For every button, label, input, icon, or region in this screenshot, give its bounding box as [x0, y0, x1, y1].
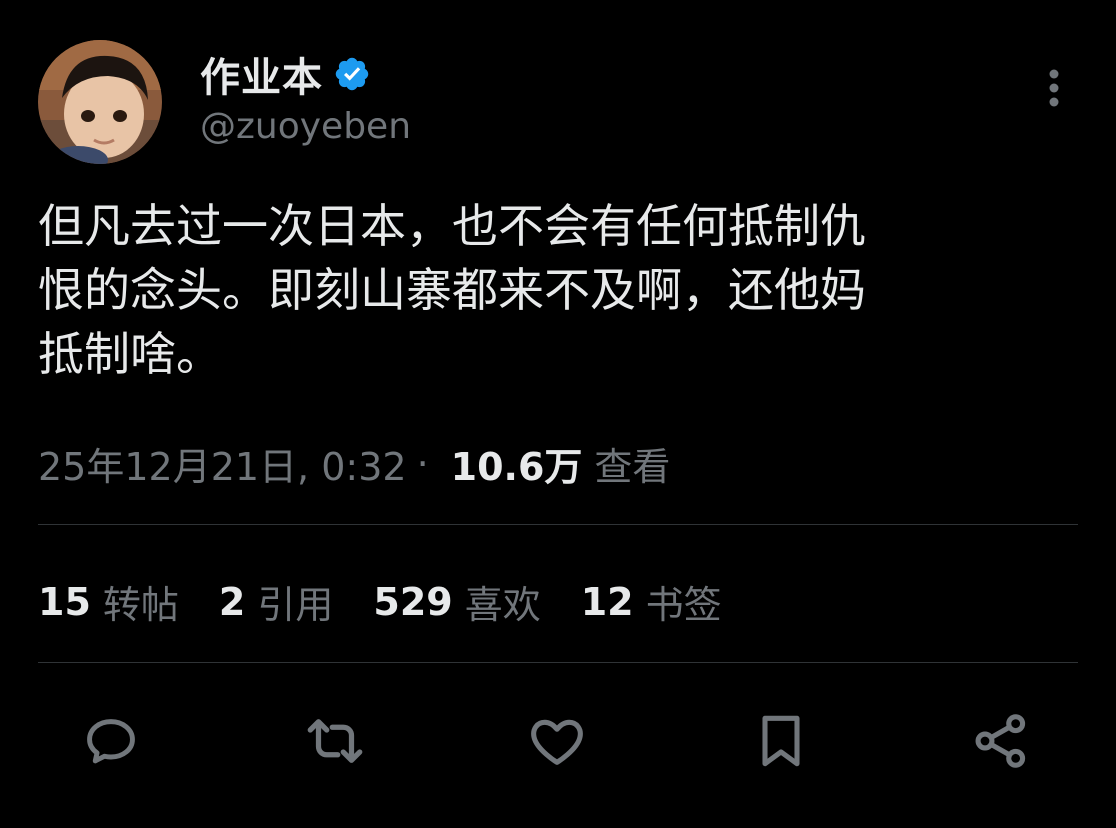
stat-label: 书签 [645, 583, 722, 627]
avatar[interactable] [38, 40, 162, 164]
views-label: 查看 [594, 445, 671, 489]
stat-label: 转帖 [102, 583, 179, 627]
stat-count: 12 [580, 579, 634, 624]
views-count[interactable]: 10.6万 [451, 436, 583, 491]
stat-label: 喜欢 [464, 583, 541, 627]
like-icon [531, 719, 583, 765]
reply-button[interactable] [76, 706, 146, 776]
bookmark-button[interactable] [746, 706, 816, 776]
timestamp[interactable]: 25年12月21日, 0:32 [38, 436, 407, 491]
display-name-row: 作业本 [200, 45, 371, 103]
share-button[interactable] [966, 706, 1036, 776]
retweet-icon [307, 719, 363, 763]
tweet-text: 但凡去过一次日本，也不会有任何抵制仇 恨的念头。即刻山寨都来不及啊，还他妈 抵制… [38, 199, 866, 381]
user-handle[interactable]: @zuoyeben [200, 106, 411, 147]
verified-badge-icon [335, 57, 369, 91]
display-name[interactable]: 作业本 [200, 45, 323, 103]
meta-separator: · [416, 441, 429, 486]
share-icon [975, 714, 1026, 768]
bookmark-icon [762, 715, 800, 767]
stat-label: 引用 [257, 583, 334, 627]
stat-quotes[interactable]: 2 引用 [219, 574, 333, 629]
retweet-button[interactable] [300, 706, 370, 776]
action-bar [0, 706, 1116, 776]
stat-likes[interactable]: 529 喜欢 [373, 574, 540, 629]
more-options-button[interactable] [1036, 66, 1072, 116]
reply-icon [87, 719, 135, 764]
stat-bookmarks[interactable]: 12 书签 [581, 574, 722, 629]
divider-bottom [38, 662, 1078, 663]
stat-count: 2 [218, 579, 246, 624]
stat-reposts[interactable]: 15 转帖 [38, 574, 179, 629]
engagement-stats: 15 转帖 2 引用 529 喜欢 12 书签 [38, 574, 762, 629]
like-button[interactable] [522, 706, 592, 776]
tweet-meta: 25年12月21日, 0:32 · 10.6万 查看 [38, 436, 670, 491]
avatar-image [38, 40, 162, 164]
tweet-card: 作业本 @zuoyeben 但凡去过一次日本，也不会有任何抵制仇 恨的念头。即刻… [0, 0, 1116, 828]
stat-count: 529 [373, 579, 453, 624]
stat-count: 15 [38, 579, 91, 624]
more-vertical-icon [1049, 69, 1059, 107]
divider-top [38, 524, 1078, 525]
